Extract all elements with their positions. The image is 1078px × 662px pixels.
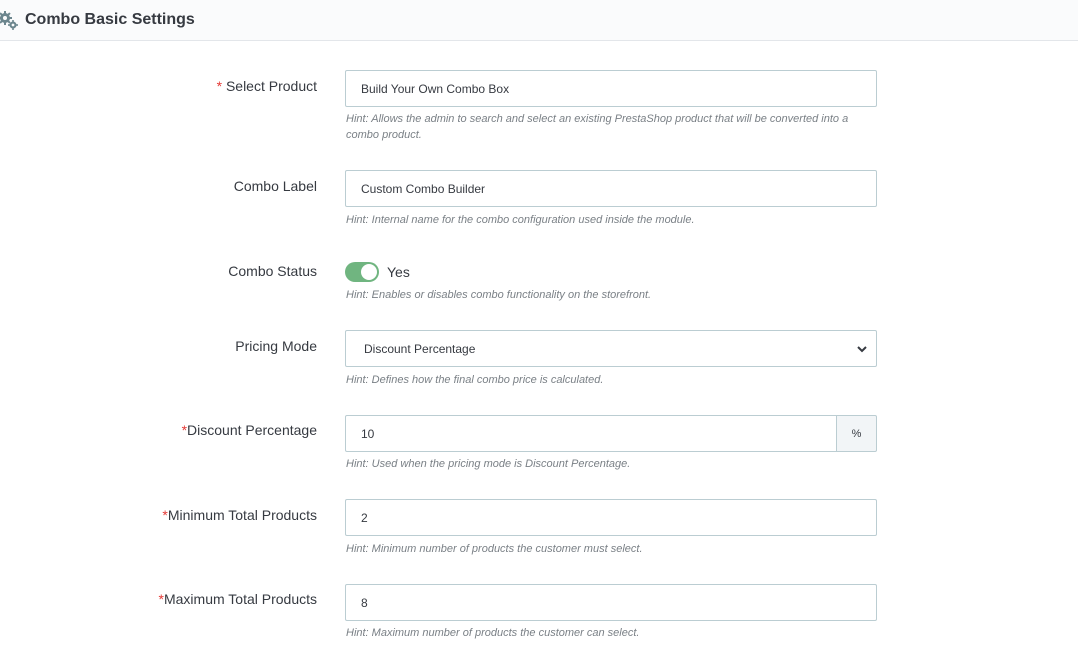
maximum-total-products-input[interactable]: 8 (345, 584, 877, 621)
combo-status-state: Yes (387, 264, 410, 280)
panel-header: Combo Basic Settings (0, 0, 1078, 41)
combo-status-hint: Hint: Enables or disables combo function… (346, 289, 652, 301)
select-product-label: * Select Product (216, 78, 317, 94)
pricing-mode-label: Pricing Mode (235, 338, 317, 354)
panel-title: Combo Basic Settings (25, 11, 195, 28)
toggle-knob (361, 264, 377, 280)
minimum-total-products-input[interactable]: 2 (345, 499, 877, 536)
chevron-down-icon (857, 345, 867, 352)
combo-label-input[interactable]: Custom Combo Builder (345, 170, 877, 207)
combo-label-hint: Hint: Internal name for the combo config… (346, 214, 695, 226)
pricing-mode-selected: Discount Percentage (364, 341, 476, 356)
combo-status-toggle[interactable] (345, 262, 379, 282)
discount-percentage-input[interactable]: 10 (345, 415, 837, 452)
combo-label-label: Combo Label (233, 178, 317, 194)
select-product-input[interactable]: Build Your Own Combo Box (345, 70, 877, 107)
percent-addon: % (836, 415, 877, 452)
maximum-total-products-label: *Maximum Total Products (158, 591, 317, 607)
discount-percentage-hint: Hint: Used when the pricing mode is Disc… (346, 458, 631, 470)
combo-status-label: Combo Status (228, 263, 317, 279)
pricing-mode-hint: Hint: Defines how the final combo price … (346, 374, 604, 386)
discount-percentage-label: *Discount Percentage (181, 422, 317, 438)
pricing-mode-select[interactable]: Discount Percentage (345, 330, 877, 367)
minimum-total-products-label: *Minimum Total Products (162, 507, 317, 523)
gears-icon (0, 11, 18, 30)
minimum-total-products-hint: Hint: Minimum number of products the cus… (346, 543, 643, 555)
select-product-hint: Hint: Allows the admin to search and sel… (346, 113, 849, 141)
maximum-total-products-hint: Hint: Maximum number of products the cus… (346, 627, 640, 639)
